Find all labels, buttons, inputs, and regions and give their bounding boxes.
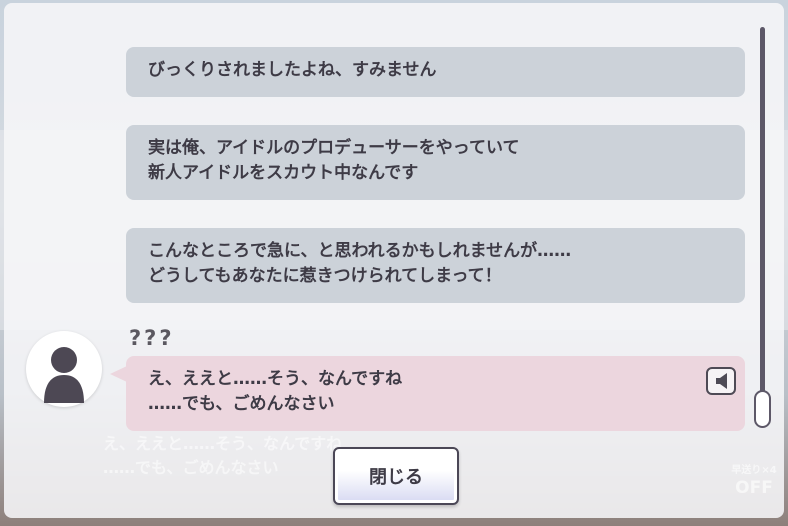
fast-forward-indicator: 早送り×4 OFF [728, 464, 780, 512]
backlog-message: びっくりされましたよね、すみません [126, 47, 745, 97]
background-dialogue-line: ……でも、ごめんなさい [103, 458, 279, 477]
speaker-name: ??? [129, 326, 175, 350]
scrollbar-thumb[interactable] [754, 390, 771, 428]
background-dialogue: え、ええと……そう、なんですね ……でも、ごめんなさい [103, 432, 342, 480]
silhouette-icon [44, 347, 84, 403]
speaker-avatar [26, 331, 102, 407]
message-line: ……でも、ごめんなさい [148, 394, 335, 414]
background-dialogue-line: え、ええと……そう、なんですね [103, 434, 343, 453]
message-line: びっくりされましたよね、すみません [148, 60, 437, 80]
scrollbar-track[interactable] [760, 27, 765, 427]
message-line: どうしてもあなたに惹きつけられてしまって！ [148, 266, 502, 286]
message-line: こんなところで急に、と思われるかもしれませんが…… [148, 241, 572, 261]
close-button[interactable]: 閉じる [333, 447, 459, 505]
close-button-label: 閉じる [369, 467, 423, 488]
speaker-icon [716, 373, 727, 389]
bubble-tail [110, 366, 127, 382]
fast-forward-speed: 早送り×4 [731, 465, 777, 476]
backlog-message: こんなところで急に、と思われるかもしれませんが…… どうしてもあなたに惹きつけら… [126, 228, 745, 303]
voice-replay-button[interactable] [706, 367, 736, 395]
fast-forward-state: OFF [735, 478, 773, 498]
message-line: え、ええと……そう、なんですね [148, 369, 403, 389]
message-line: 実は俺、アイドルのプロデューサーをやっていて [148, 138, 520, 158]
backlog-message: 実は俺、アイドルのプロデューサーをやっていて 新人アイドルをスカウト中なんです [126, 125, 745, 200]
message-line: 新人アイドルをスカウト中なんです [148, 163, 419, 183]
current-message: え、ええと……そう、なんですね ……でも、ごめんなさい [126, 356, 745, 431]
